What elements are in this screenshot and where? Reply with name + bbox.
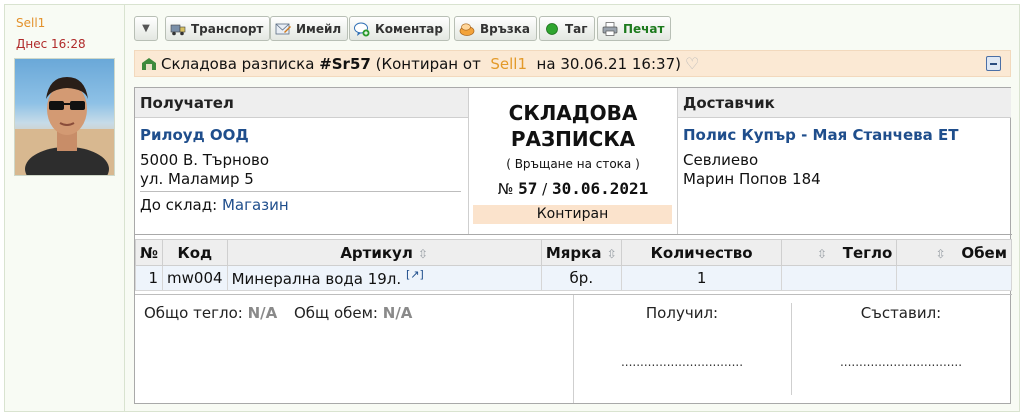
composed-label: Съставил: bbox=[860, 304, 942, 322]
total-volume: Общ обем: N/A bbox=[294, 304, 412, 322]
link-label: Връзка bbox=[480, 21, 530, 36]
sort-icon[interactable]: ⇳ bbox=[607, 247, 617, 261]
divider bbox=[135, 234, 1012, 235]
author-link[interactable]: Sell1 bbox=[16, 16, 45, 30]
email-icon bbox=[275, 23, 291, 34]
tag-button[interactable]: Таг bbox=[539, 16, 595, 41]
number-value: 57 bbox=[518, 179, 538, 198]
warehouse-receipt-icon bbox=[142, 57, 156, 70]
received-label: Получил: bbox=[645, 304, 719, 322]
supplier-name[interactable]: Полис Купър - Мая Станчева ЕТ bbox=[683, 126, 958, 144]
posted-date: на 30.06.21 16:37) bbox=[536, 54, 681, 73]
column-header-weight[interactable]: ⇳ Тегло bbox=[781, 239, 898, 266]
cell-code: mw004 bbox=[162, 265, 228, 291]
chevron-down-icon: ▼ bbox=[142, 23, 150, 34]
document-date: 30.06.2021 bbox=[551, 179, 649, 198]
comment-icon bbox=[354, 22, 370, 36]
sort-icon[interactable]: ⇳ bbox=[817, 247, 827, 261]
cell-quantity: 1 bbox=[620, 265, 783, 291]
external-link-icon[interactable]: [↗] bbox=[406, 268, 424, 281]
to-store: До склад: Магазин bbox=[140, 196, 289, 214]
cell-unit: бр. bbox=[540, 265, 622, 291]
number-separator: / bbox=[542, 180, 548, 198]
sort-icon[interactable]: ⇳ bbox=[418, 247, 428, 261]
more-dropdown-button[interactable]: ▼ bbox=[134, 16, 158, 41]
supplier-header: Доставчик bbox=[678, 88, 1011, 118]
number-prefix: № bbox=[497, 180, 514, 198]
to-store-link[interactable]: Магазин bbox=[222, 196, 289, 214]
cell-article: Минерална вода 19л. [↗] bbox=[226, 265, 542, 291]
cell-no: 1 bbox=[134, 265, 164, 291]
column-header-volume[interactable]: ⇳ Обем bbox=[896, 239, 1012, 266]
document-title-line2: РАЗПИСКА bbox=[510, 127, 636, 151]
divider bbox=[140, 191, 461, 192]
link-icon bbox=[459, 22, 475, 36]
column-header-unit[interactable]: Мярка ⇳ bbox=[540, 239, 622, 266]
print-button[interactable]: Печат bbox=[597, 16, 672, 41]
total-weight-value: N/A bbox=[247, 304, 278, 322]
recipient-address-line1: 5000 В. Търново bbox=[140, 151, 270, 169]
total-weight-label: Общо тегло: bbox=[144, 304, 243, 322]
thread-frame: Sell1 Днес 16:28 ▼ Транспорт Имейл Комен… bbox=[4, 4, 1020, 412]
sort-icon[interactable]: ⇳ bbox=[936, 247, 946, 261]
recipient-header: Получател bbox=[135, 88, 469, 118]
print-label: Печат bbox=[623, 21, 665, 36]
status-badge: Контиран bbox=[473, 205, 672, 224]
recipient-address-line2: ул. Маламир 5 bbox=[140, 170, 254, 188]
document-number[interactable]: #Sr57 bbox=[319, 55, 371, 73]
table-row: 1 mw004 Минерална вода 19л. [↗] бр. 1 bbox=[134, 265, 1012, 291]
cell-weight bbox=[781, 265, 898, 291]
to-store-label: До склад: bbox=[140, 196, 218, 214]
comment-label: Коментар bbox=[375, 21, 443, 36]
column-header-no: № bbox=[134, 239, 164, 266]
post-date: Днес 16:28 bbox=[16, 37, 86, 51]
tag-label: Таг bbox=[565, 21, 588, 36]
email-label: Имейл bbox=[296, 21, 342, 36]
author-column: Sell1 Днес 16:28 bbox=[5, 5, 125, 411]
total-volume-label: Общ обем: bbox=[294, 304, 378, 322]
column-header-quantity: Количество bbox=[620, 239, 783, 266]
document-type: Складова разписка bbox=[161, 54, 315, 73]
link-button[interactable]: Връзка bbox=[454, 16, 537, 41]
document-number-date: № 57 / 30.06.2021 bbox=[469, 179, 677, 198]
document-title: СКЛАДОВА РАЗПИСКА bbox=[469, 100, 677, 152]
comment-button[interactable]: Коментар bbox=[349, 16, 450, 41]
email-button[interactable]: Имейл bbox=[270, 16, 349, 41]
total-volume-value: N/A bbox=[382, 304, 413, 322]
document-title-bar: Складова разписка #Sr57 (Контиран от Sel… bbox=[134, 50, 1011, 77]
transport-button[interactable]: Транспорт bbox=[165, 16, 271, 41]
print-icon bbox=[602, 21, 618, 36]
article-name: Минерална вода 19л. bbox=[231, 270, 402, 288]
collapse-button[interactable] bbox=[986, 56, 1001, 71]
supplier-address-line1: Севлиево bbox=[683, 151, 759, 169]
column-header-code: Код bbox=[162, 239, 228, 266]
received-signature-line: ................................ bbox=[620, 355, 744, 369]
truck-icon bbox=[170, 24, 186, 35]
column-header-article[interactable]: Артикул ⇳ bbox=[226, 239, 542, 266]
document-title-line1: СКЛАДОВА bbox=[508, 101, 638, 125]
table-header-row: № Код Артикул ⇳ Мярка ⇳ Количество ⇳ Тег… bbox=[134, 239, 1012, 266]
document-status-text: (Контиран от bbox=[375, 54, 481, 73]
composed-signature-line: ................................ bbox=[839, 355, 963, 369]
cell-volume bbox=[896, 265, 1012, 291]
document-subtitle: ( Връщане на стока ) bbox=[506, 157, 640, 171]
items-table: № Код Артикул ⇳ Мярка ⇳ Количество ⇳ Тег… bbox=[134, 239, 1012, 291]
transport-label: Транспорт bbox=[191, 21, 264, 36]
avatar[interactable] bbox=[14, 58, 115, 176]
posted-by-user-link[interactable]: Sell1 bbox=[490, 55, 527, 73]
heart-icon[interactable]: ♡ bbox=[685, 54, 699, 73]
document-footer: Общо тегло: N/A Общ обем: N/A Получил: .… bbox=[135, 294, 1012, 404]
total-weight: Общо тегло: N/A bbox=[144, 304, 277, 322]
tag-icon bbox=[546, 22, 558, 35]
recipient-name[interactable]: Рилоуд ООД bbox=[140, 126, 249, 144]
supplier-address-line2: Марин Попов 184 bbox=[683, 170, 821, 188]
document-body: Получател Рилоуд ООД 5000 В. Търново ул.… bbox=[134, 87, 1012, 404]
